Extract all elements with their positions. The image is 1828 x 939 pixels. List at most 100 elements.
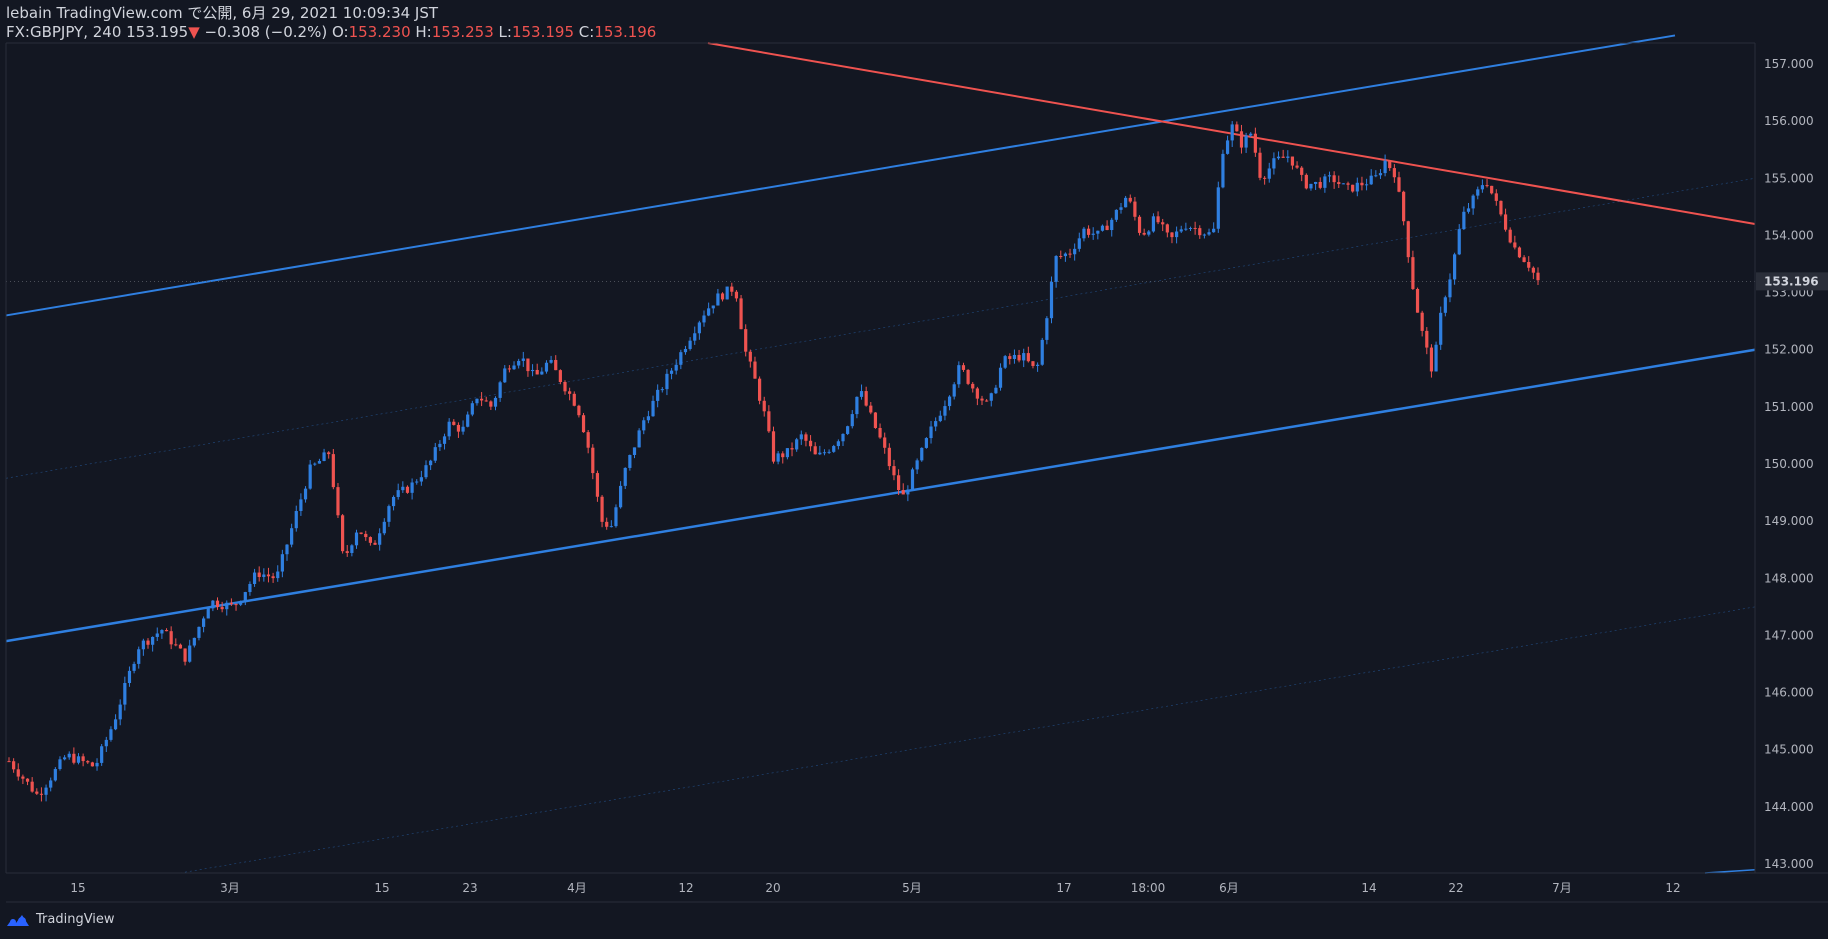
candle-body [280, 554, 284, 572]
candle [1300, 166, 1304, 182]
candle [748, 349, 752, 368]
candles [7, 121, 1540, 802]
price-axis[interactable]: 157.000156.000155.000154.000153.000152.0… [1764, 57, 1814, 871]
y-tick-label: 148.000 [1764, 571, 1814, 585]
candle-body [364, 533, 368, 538]
candle [535, 363, 539, 375]
candle [104, 736, 108, 752]
candle-body [804, 434, 808, 441]
y-tick-label: 147.000 [1764, 628, 1814, 642]
candle [1295, 161, 1299, 169]
candle-body [975, 388, 979, 399]
footer-branding[interactable]: TradingView [6, 912, 115, 927]
candle-body [169, 631, 173, 645]
candle [943, 400, 947, 421]
candle [1054, 255, 1058, 288]
candle-body [563, 382, 567, 392]
candle-body [720, 293, 725, 300]
candle-body [1276, 156, 1281, 159]
candle-body [206, 608, 210, 619]
candle [271, 572, 275, 583]
candle [429, 459, 433, 471]
candle [526, 358, 530, 377]
candle [1049, 276, 1054, 324]
candle-body [67, 753, 71, 758]
candle-body [558, 370, 562, 383]
candle-body [183, 648, 187, 662]
candle [438, 440, 442, 452]
time-axis[interactable]: 15 3月 15 23 4月 12 20 5月 17 18:00 6月 14 22 7月 12 [70, 881, 1680, 895]
candle [433, 442, 437, 463]
candle-body [12, 761, 16, 770]
candle [1239, 124, 1244, 154]
y-tick-label: 149.000 [1764, 514, 1814, 528]
candle [822, 449, 827, 456]
candle [109, 726, 113, 742]
candle-body [1063, 253, 1067, 257]
candle-body [470, 403, 474, 415]
candle-body [160, 630, 164, 634]
candle-body [1453, 254, 1457, 280]
candle [530, 364, 535, 377]
channel-upper-line[interactable] [5, 34, 1676, 317]
candle [81, 753, 85, 767]
candle [781, 451, 785, 464]
candle-body [1318, 181, 1322, 188]
candle [1068, 248, 1072, 258]
candle-body [489, 401, 493, 407]
candle-body [873, 412, 878, 428]
candle-body [1439, 312, 1443, 345]
candle [1151, 213, 1156, 233]
candle-body [943, 406, 947, 416]
candle [1281, 149, 1285, 158]
candle [947, 395, 952, 411]
candle-body [1300, 167, 1304, 175]
candle-body [100, 746, 104, 763]
candle [720, 292, 725, 302]
candle-body [433, 447, 437, 461]
candle-body [568, 391, 572, 394]
candle-body [1527, 261, 1531, 268]
candle-body [1239, 131, 1244, 148]
candle-body [1054, 256, 1058, 282]
candle [49, 777, 53, 792]
price-chart[interactable]: 157.000156.000155.000154.000153.000152.0… [0, 0, 1828, 939]
candle-body [359, 532, 363, 534]
candle [1527, 256, 1531, 272]
open-value: 153.230 [348, 23, 411, 41]
candle-body [299, 499, 303, 512]
candle [1114, 209, 1118, 222]
candle [961, 362, 966, 372]
candle [86, 760, 90, 764]
candle [276, 565, 280, 582]
candle-body [155, 633, 159, 637]
candle-body [591, 447, 595, 474]
candle-body [1351, 184, 1355, 192]
candle [169, 626, 173, 650]
candle [466, 411, 470, 428]
candle [920, 447, 924, 462]
candle [799, 430, 803, 445]
candle [521, 351, 525, 367]
candle [1314, 181, 1318, 190]
candle [1031, 361, 1035, 369]
candle-body [929, 426, 933, 439]
candle [266, 567, 271, 583]
candle [966, 369, 970, 386]
channel-lower-line[interactable] [5, 348, 1756, 643]
candle-body [771, 431, 776, 462]
x-tick-label: 5月 [902, 881, 922, 895]
candle [1091, 227, 1095, 240]
candle [989, 392, 993, 407]
candle-body [1230, 124, 1234, 141]
candle-body [1216, 187, 1220, 229]
candle-body [1082, 228, 1086, 239]
candle [1490, 185, 1494, 195]
candle-body [174, 644, 178, 646]
candle-body [1462, 211, 1466, 230]
candle-body [1100, 225, 1105, 231]
candle [1378, 169, 1383, 179]
candle [234, 603, 238, 611]
candle-body [1337, 182, 1341, 184]
candle [846, 425, 850, 436]
